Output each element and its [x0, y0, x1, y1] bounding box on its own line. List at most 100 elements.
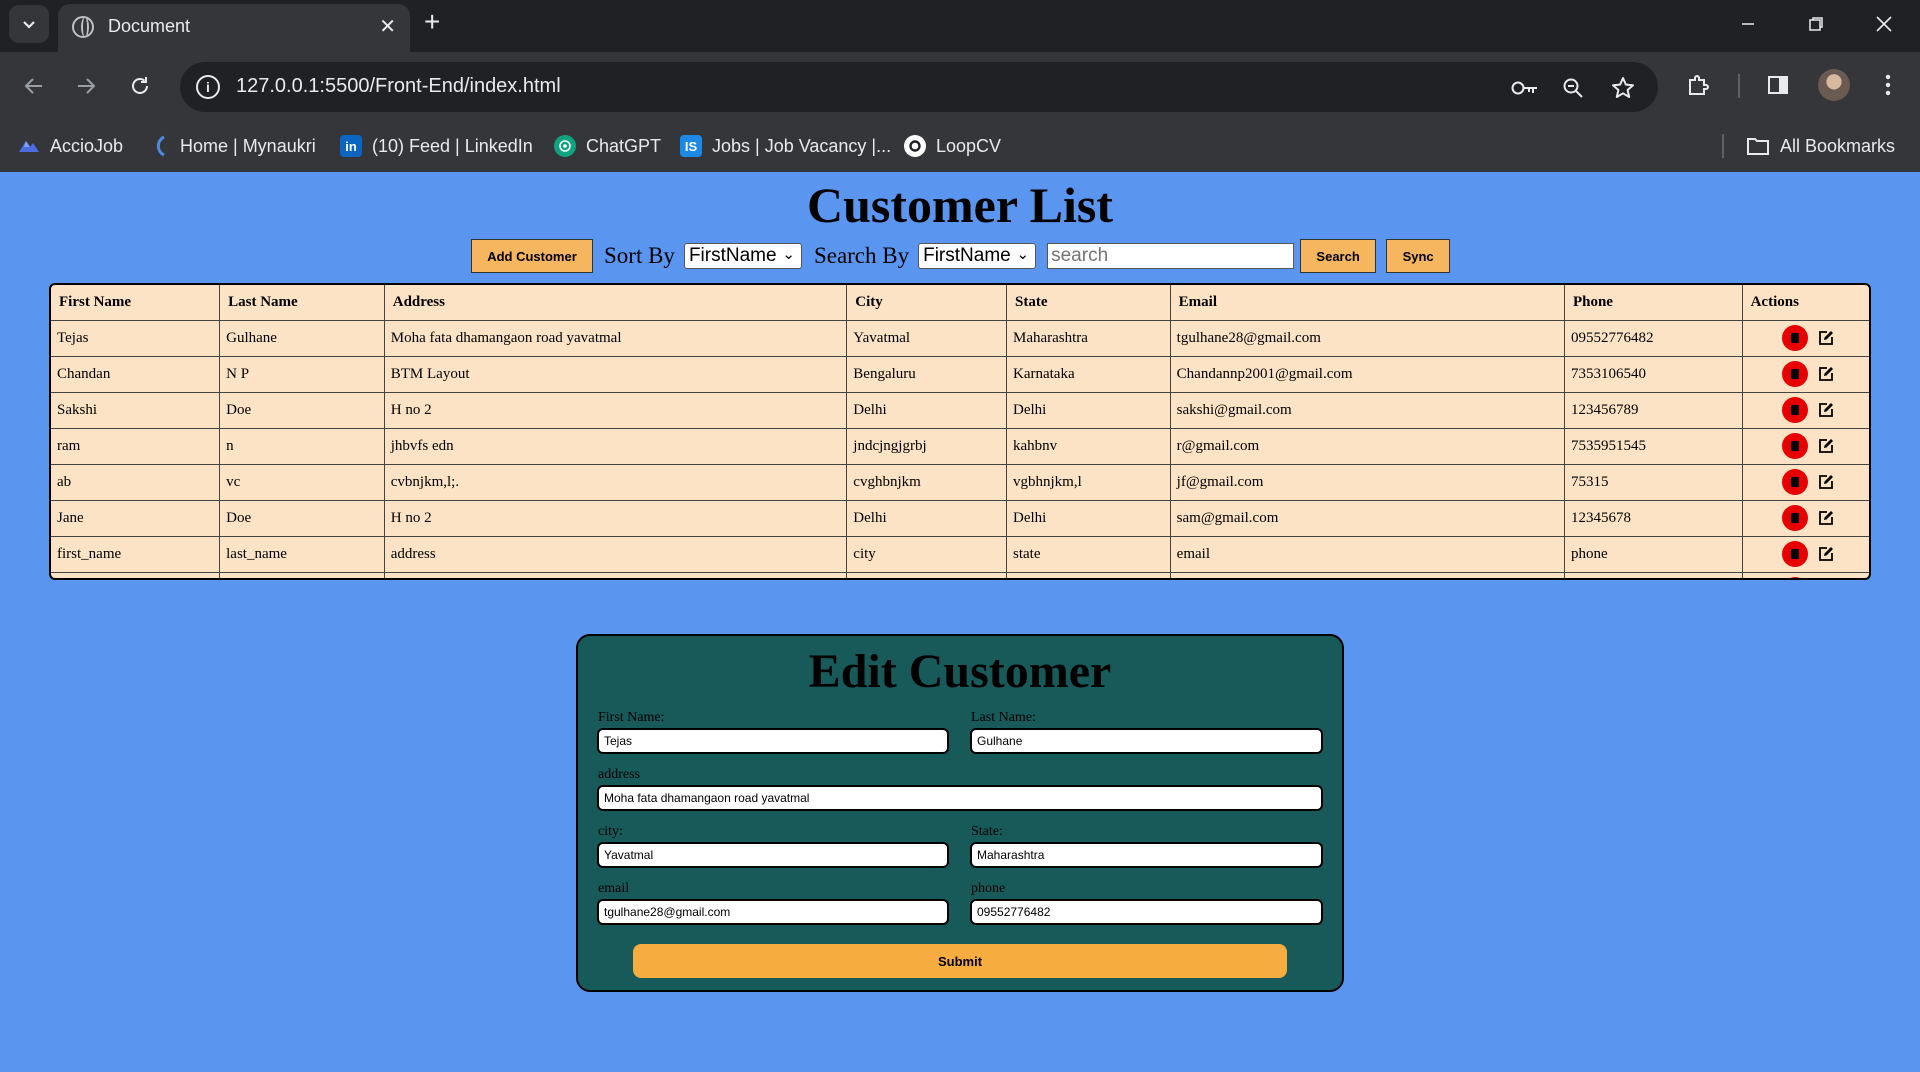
password-key-icon[interactable] — [1510, 73, 1540, 103]
chevron-down-icon — [23, 21, 35, 29]
delete-icon[interactable] — [1781, 325, 1808, 351]
search-by-select[interactable]: FirstName ⌄ — [918, 243, 1037, 269]
page-title: Customer List — [806, 177, 1113, 233]
edit-icon[interactable] — [1818, 366, 1834, 382]
bookmark-star-icon[interactable] — [1608, 73, 1638, 103]
address-cell: BTM Layout 1st Stage — [383, 571, 848, 578]
search-button[interactable]: Search — [1300, 239, 1377, 273]
back-button[interactable] — [14, 66, 54, 106]
phone-cell: 75315 — [1563, 463, 1743, 501]
globe-icon — [72, 16, 94, 38]
tab-search-button[interactable] — [9, 5, 49, 43]
first-name-field[interactable]: Tejas — [597, 728, 949, 754]
search-input[interactable]: search — [1047, 243, 1295, 269]
delete-icon[interactable] — [1781, 469, 1808, 495]
email-field[interactable]: tgulhane28@gmail.com — [597, 899, 949, 925]
bookmark-acciojob[interactable]: AccioJob — [18, 130, 123, 162]
actions-cell — [1741, 427, 1869, 465]
minimize-icon — [1742, 23, 1754, 25]
address-bar[interactable]: i 127.0.0.1:5500/Front-End/index.html — [180, 62, 1658, 112]
city-field[interactable]: Yavatmal — [597, 842, 949, 868]
new-tab-button[interactable]: + — [424, 6, 440, 38]
indeed-icon: IS — [680, 135, 702, 157]
edit-icon[interactable] — [1818, 510, 1834, 526]
last-name-cell: Doe — [219, 391, 385, 429]
first-name-cell: Chandan — [51, 355, 221, 393]
bookmark-mynaukri[interactable]: Home | Mynaukri — [148, 130, 316, 162]
state-cell: Delhi — [1005, 391, 1171, 429]
browser-tab[interactable]: Document ✕ — [58, 4, 410, 52]
state-field[interactable]: Maharashtra — [970, 842, 1323, 868]
last-name-cell: last_name — [219, 535, 385, 573]
city-label: city: — [598, 824, 623, 839]
phone-cell: 123456789 — [1563, 391, 1743, 429]
delete-icon[interactable] — [1781, 361, 1808, 387]
sort-by-value: FirstName — [688, 245, 777, 266]
delete-icon[interactable] — [1781, 505, 1808, 531]
bookmarks-bar: AccioJob Home | Mynaukri in (10) Feed | … — [0, 120, 1920, 172]
bookmark-label: ChatGPT — [586, 135, 662, 156]
phone-cell: 7535951545 — [1563, 427, 1743, 465]
last-name-field[interactable]: Gulhane — [970, 728, 1323, 754]
chevron-down-icon: ⌄ — [782, 246, 795, 263]
delete-icon[interactable] — [1781, 397, 1808, 423]
actions-cell — [1741, 463, 1869, 501]
row-actions — [1749, 397, 1869, 423]
bookmark-chatgpt[interactable]: ChatGPT — [554, 130, 661, 162]
edit-icon[interactable] — [1818, 438, 1834, 454]
delete-icon[interactable] — [1781, 541, 1808, 567]
edit-icon[interactable] — [1818, 546, 1834, 562]
phone-cell: phone — [1563, 535, 1743, 573]
city-cell: Delhi — [846, 391, 1007, 429]
actions-cell — [1741, 319, 1869, 357]
bookmark-linkedin[interactable]: in (10) Feed | LinkedIn — [340, 130, 533, 162]
site-info-icon[interactable]: i — [196, 75, 220, 99]
sort-by-select[interactable]: FirstName ⌄ — [683, 243, 802, 269]
extensions-button[interactable] — [1680, 67, 1716, 103]
more-vertical-icon — [1885, 74, 1891, 96]
zoom-icon[interactable] — [1558, 73, 1588, 103]
address-cell: address — [383, 535, 848, 573]
first-name-cell: ram — [51, 427, 221, 465]
phone-label: phone — [971, 881, 1006, 896]
email-cell: email — [1169, 535, 1565, 573]
last-name-cell: N P — [219, 355, 385, 393]
last-name-cell: n — [219, 427, 385, 465]
row-actions — [1749, 505, 1869, 531]
table-row: Chandan N P BTM Layout Bengaluru Karnataka Ch… — [51, 355, 1869, 393]
address-cell: jhbvfs edn — [383, 427, 848, 465]
restore-button[interactable] — [1788, 4, 1844, 44]
table-row: Tejas Gulhane Moha fata dhamangaon road ya… — [51, 319, 1869, 357]
close-tab-icon[interactable]: ✕ — [379, 14, 396, 39]
minimize-button[interactable] — [1720, 4, 1776, 44]
edit-icon[interactable] — [1818, 474, 1834, 490]
column-header: Phone — [1563, 285, 1743, 321]
edit-icon[interactable] — [1818, 402, 1834, 418]
bookmark-loopcv[interactable]: LoopCV — [904, 130, 1001, 162]
add-customer-button[interactable]: Add Customer — [471, 239, 593, 273]
menu-button[interactable] — [1870, 67, 1906, 103]
edit-icon[interactable] — [1818, 330, 1834, 346]
email-cell: Chandannp2001@gmail.com — [1169, 355, 1565, 393]
bookmark-jobs[interactable]: IS Jobs | Job Vacancy |... — [680, 130, 891, 162]
acciojob-icon — [18, 135, 40, 157]
delete-icon[interactable] — [1781, 433, 1808, 459]
all-bookmarks-button[interactable]: All Bookmarks — [1746, 130, 1895, 162]
sync-button[interactable]: Sync — [1386, 239, 1451, 273]
forward-button[interactable] — [66, 66, 106, 106]
phone-field[interactable]: 09552776482 — [970, 899, 1323, 925]
phone-cell: 12345678 — [1563, 499, 1743, 537]
submit-button[interactable]: Submit — [633, 944, 1287, 978]
state-label: State: — [971, 824, 1003, 839]
side-panel-button[interactable] — [1760, 67, 1796, 103]
close-window-button[interactable] — [1856, 4, 1912, 44]
profile-avatar[interactable] — [1818, 69, 1850, 101]
last-name-cell: Gulhane — [219, 319, 385, 357]
reload-button[interactable] — [120, 66, 160, 106]
address-field[interactable]: Moha fata dhamangaon road yavatmal — [597, 785, 1323, 811]
linkedin-icon: in — [340, 135, 362, 157]
column-header: Address — [383, 285, 848, 321]
url-text[interactable]: 127.0.0.1:5500/Front-End/index.html — [236, 75, 561, 98]
state-cell: vgbhnjkm,l — [1005, 463, 1171, 501]
delete-icon[interactable] — [1781, 577, 1808, 578]
